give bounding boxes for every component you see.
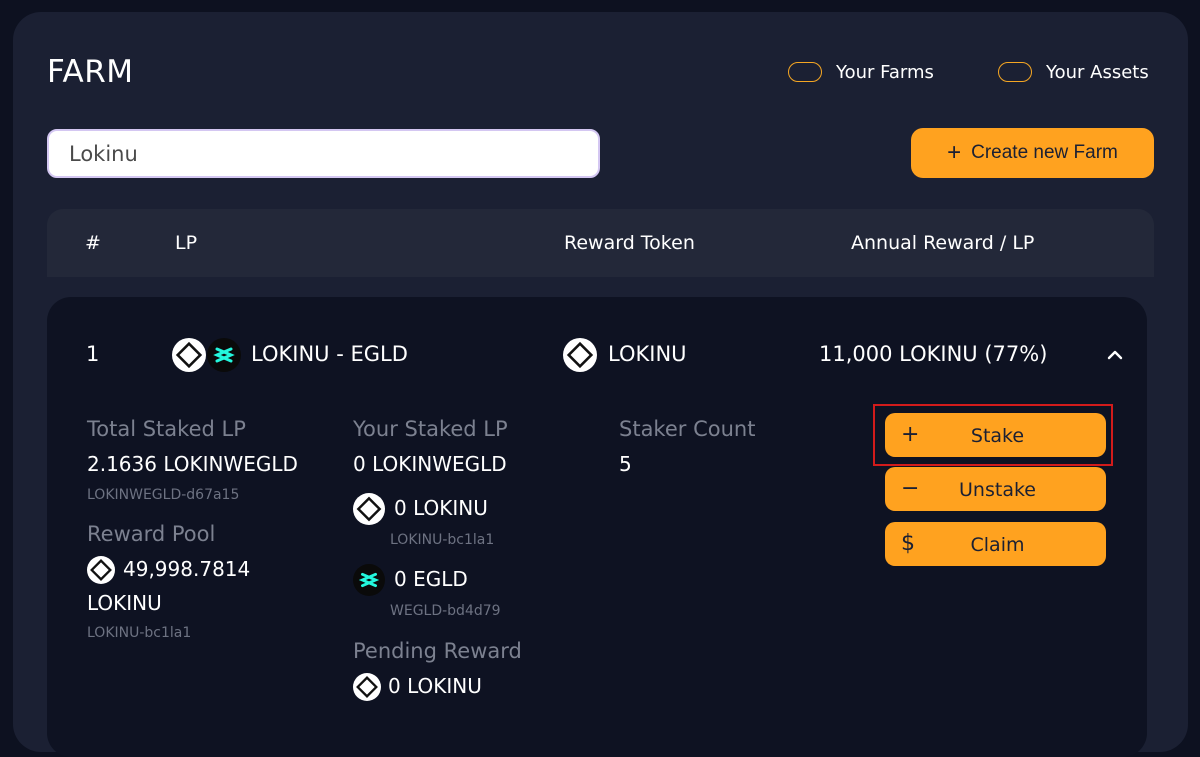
lokinu-token-icon — [563, 338, 597, 372]
total-staked-token-id: LOKINWEGLD-d67a15 — [87, 487, 240, 503]
your-egld-value: 0 EGLD — [394, 567, 468, 591]
pending-reward-value: 0 LOKINU — [388, 674, 482, 698]
pending-reward-label: Pending Reward — [353, 639, 522, 663]
your-egld-token-id: WEGLD-bd4d79 — [390, 603, 501, 619]
create-new-farm-label: Create new Farm — [971, 142, 1118, 163]
page-title: FARM — [47, 54, 134, 90]
total-staked-value: 2.1636 LOKINWEGLD — [87, 452, 298, 476]
column-header-lp: LP — [175, 232, 198, 254]
your-lokinu-token-id: LOKINU-bc1la1 — [390, 532, 495, 548]
table-header: # LP Reward Token Annual Reward / LP — [47, 209, 1154, 277]
reward-pool-label: Reward Pool — [87, 522, 216, 546]
minus-icon: − — [901, 476, 920, 501]
staker-count-value: 5 — [619, 452, 632, 476]
your-lokinu-value: 0 LOKINU — [394, 496, 488, 520]
your-assets-toggle[interactable]: Your Assets — [998, 61, 1149, 83]
lokinu-token-icon — [353, 673, 381, 701]
row-index: 1 — [86, 342, 100, 366]
plus-icon: + — [947, 139, 962, 166]
lp-pair-name: LOKINU - EGLD — [251, 342, 408, 366]
search-input[interactable] — [47, 129, 600, 178]
unstake-label: Unstake — [959, 479, 1036, 501]
your-staked-label: Your Staked LP — [353, 417, 508, 441]
your-staked-value: 0 LOKINWEGLD — [353, 452, 507, 476]
your-farms-toggle[interactable]: Your Farms — [788, 61, 934, 83]
create-new-farm-button[interactable]: + Create new Farm — [911, 128, 1154, 178]
reward-pool-unit: LOKINU — [87, 591, 162, 615]
toggle-switch[interactable] — [998, 62, 1032, 82]
annual-reward-value: 11,000 LOKINU (77%) — [819, 342, 1048, 366]
dollar-icon: $ — [901, 531, 915, 556]
claim-button[interactable]: $ Claim — [885, 522, 1106, 566]
column-header-annual-reward: Annual Reward / LP — [851, 232, 1035, 254]
unstake-button[interactable]: − Unstake — [885, 467, 1106, 511]
reward-pool-value: 49,998.7814 — [123, 557, 251, 581]
reward-token-name: LOKINU — [608, 342, 687, 366]
stake-highlight-box — [873, 404, 1113, 466]
egld-token-icon — [207, 338, 241, 372]
lokinu-token-icon — [353, 493, 385, 525]
your-assets-label: Your Assets — [1046, 61, 1149, 83]
toggle-switch[interactable] — [788, 62, 822, 82]
chevron-up-icon[interactable] — [1105, 345, 1125, 365]
your-farms-label: Your Farms — [836, 61, 934, 83]
total-staked-label: Total Staked LP — [87, 417, 246, 441]
lokinu-token-icon — [87, 556, 115, 584]
staker-count-label: Staker Count — [619, 417, 756, 441]
lokinu-token-icon — [172, 338, 206, 372]
column-header-reward-token: Reward Token — [564, 232, 695, 254]
column-header-index: # — [85, 232, 101, 254]
claim-label: Claim — [970, 534, 1025, 556]
egld-token-icon — [353, 564, 385, 596]
reward-pool-token-id: LOKINU-bc1la1 — [87, 625, 192, 641]
